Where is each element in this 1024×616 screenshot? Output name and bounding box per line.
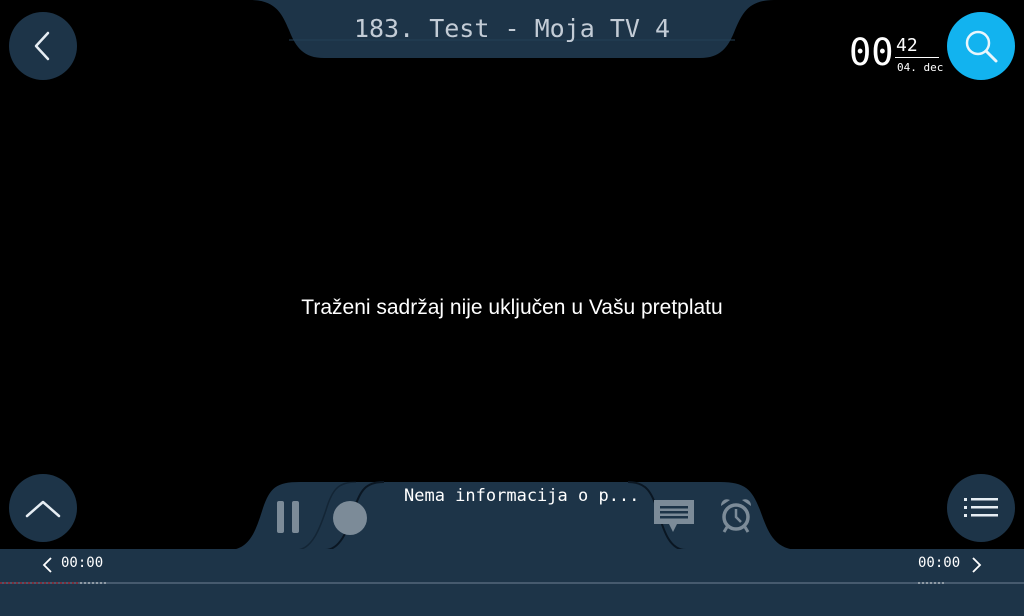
clock-hour: 00 xyxy=(849,31,894,74)
timeline-progress[interactable] xyxy=(0,578,1024,588)
search-button[interactable] xyxy=(947,12,1015,80)
timeline-start-time: 00:00 xyxy=(61,555,104,571)
pause-icon xyxy=(277,501,299,533)
record-icon xyxy=(333,501,367,535)
chevron-right-icon xyxy=(972,557,982,573)
chevron-left-icon xyxy=(42,557,52,573)
control-panel xyxy=(228,481,800,551)
pause-button[interactable] xyxy=(274,498,304,536)
timeline-end-time: 00:00 xyxy=(918,555,961,571)
back-button[interactable] xyxy=(9,12,77,80)
timeline-prev-button[interactable] xyxy=(40,555,56,575)
record-button[interactable] xyxy=(331,499,369,537)
timeline-next-button[interactable] xyxy=(968,555,984,575)
program-info[interactable]: Nema informacija o p... xyxy=(404,486,644,506)
chat-button[interactable] xyxy=(651,497,697,537)
alarm-clock-icon xyxy=(721,499,751,533)
alarm-button[interactable] xyxy=(718,496,754,536)
clock-date: 04. dec xyxy=(897,61,944,74)
subscription-message: Traženi sadržaj nije uključen u Vašu pre… xyxy=(301,296,723,319)
clock-divider xyxy=(895,57,939,58)
clock-minute: 42 xyxy=(896,35,918,56)
chat-icon xyxy=(654,500,694,532)
chevron-left-icon xyxy=(34,31,50,61)
search-icon xyxy=(965,30,998,63)
